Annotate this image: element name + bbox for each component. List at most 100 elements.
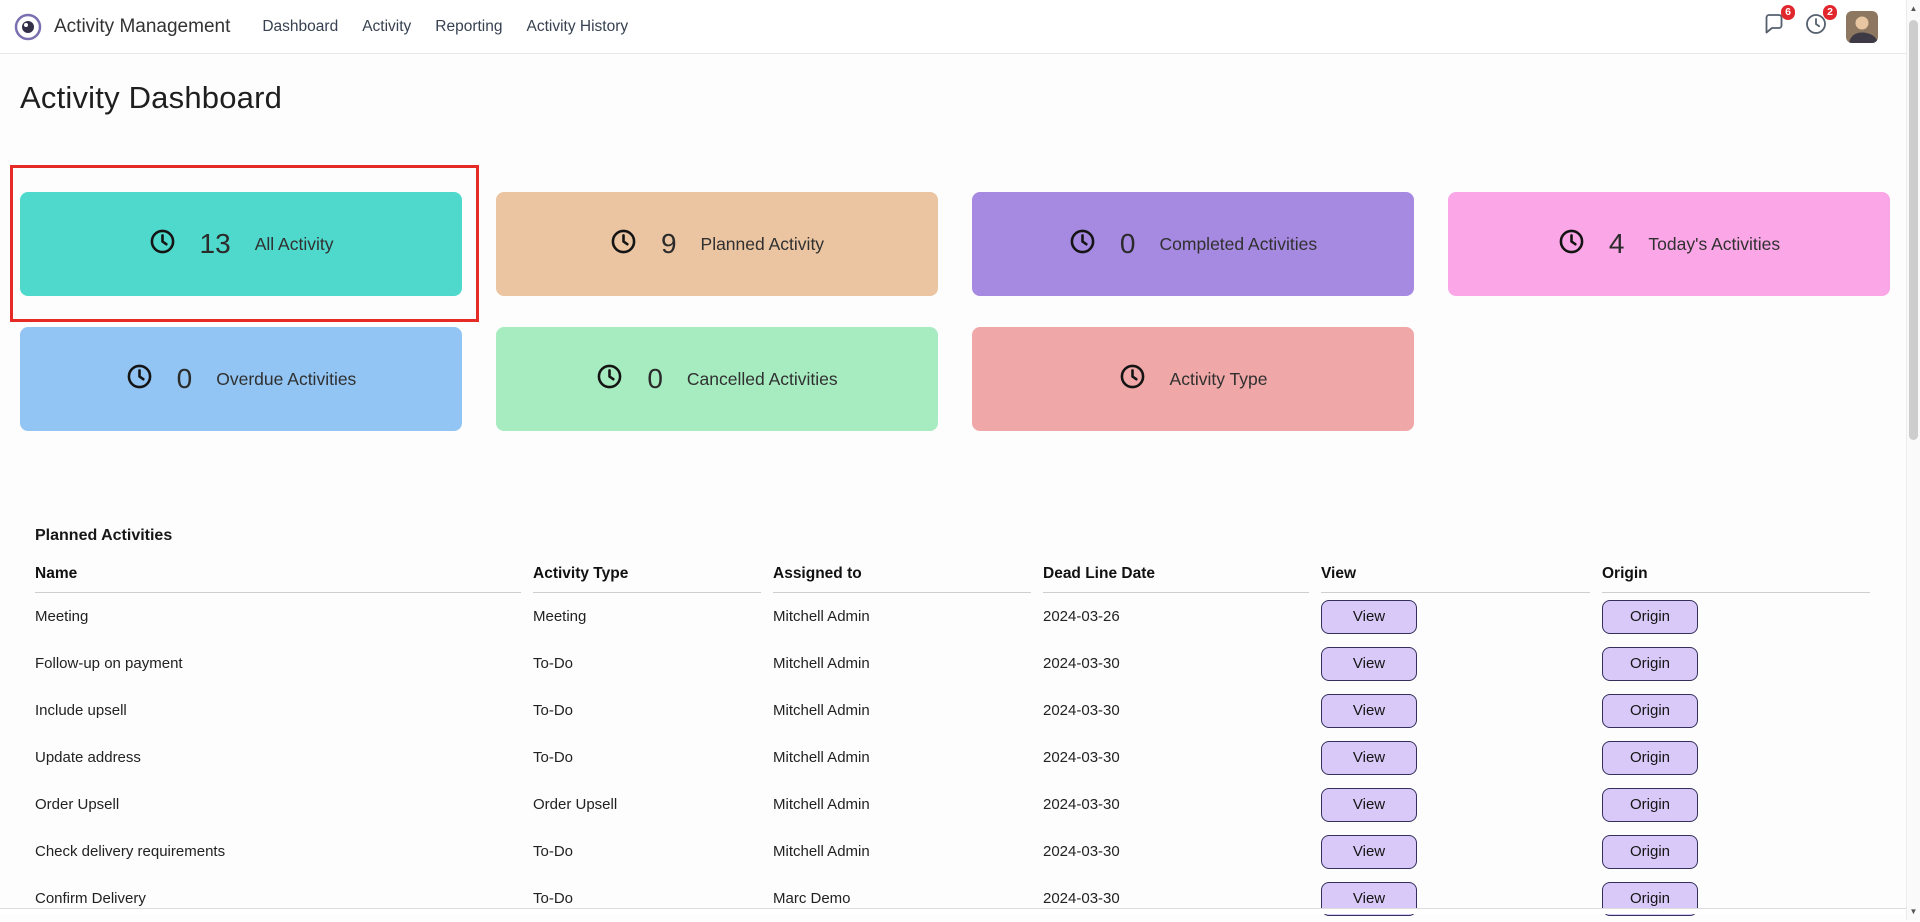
cell-deadline: 2024-03-30 bbox=[1043, 828, 1309, 875]
column-header-activity-type: Activity Type bbox=[533, 561, 761, 593]
cell-deadline: 2024-03-30 bbox=[1043, 781, 1309, 828]
cell-activity-type: To-Do bbox=[533, 687, 761, 734]
card-activity-type[interactable]: Activity Type bbox=[972, 327, 1414, 431]
view-button[interactable]: View bbox=[1321, 647, 1417, 681]
cell-assigned-to: Mitchell Admin bbox=[773, 734, 1031, 781]
bottom-divider bbox=[0, 908, 1906, 914]
user-avatar[interactable] bbox=[1846, 11, 1878, 43]
column-header-dead-line-date: Dead Line Date bbox=[1043, 561, 1309, 593]
origin-button[interactable]: Origin bbox=[1602, 788, 1698, 822]
cell-deadline: 2024-03-30 bbox=[1043, 734, 1309, 781]
card-count: 0 bbox=[647, 363, 663, 395]
cell-activity-type: To-Do bbox=[533, 640, 761, 687]
cell-activity-type: To-Do bbox=[533, 734, 761, 781]
cards-grid: 13 All Activity 9 Planned Activity 0 Com… bbox=[20, 192, 1920, 431]
cell-name: Meeting bbox=[35, 593, 521, 640]
table-row: Meeting Meeting Mitchell Admin 2024-03-2… bbox=[35, 593, 1884, 640]
card-completed-activities[interactable]: 0 Completed Activities bbox=[972, 192, 1414, 296]
cell-name: Confirm Delivery bbox=[35, 875, 521, 922]
cell-assigned-to: Mitchell Admin bbox=[773, 593, 1031, 640]
origin-button[interactable]: Origin bbox=[1602, 647, 1698, 681]
origin-button[interactable]: Origin bbox=[1602, 600, 1698, 634]
table-header-row: Name Activity Type Assigned to Dead Line Da… bbox=[35, 561, 1884, 593]
cell-name: Update address bbox=[35, 734, 521, 781]
card-planned-activity[interactable]: 9 Planned Activity bbox=[496, 192, 938, 296]
column-header-origin: Origin bbox=[1602, 561, 1870, 593]
card-count: 0 bbox=[177, 363, 193, 395]
nav-menu: DashboardActivityReportingActivity Histo… bbox=[252, 12, 638, 42]
column-header-assigned-to: Assigned to bbox=[773, 561, 1031, 593]
view-button[interactable]: View bbox=[1321, 694, 1417, 728]
main-content: Activity Dashboard 13 All Activity 9 Pla… bbox=[0, 80, 1920, 922]
cell-name: Check delivery requirements bbox=[35, 828, 521, 875]
card-count: 9 bbox=[661, 228, 677, 260]
cell-name: Order Upsell bbox=[35, 781, 521, 828]
cell-name: Include upsell bbox=[35, 687, 521, 734]
clock-icon bbox=[610, 228, 637, 260]
table-row: Confirm Delivery To-Do Marc Demo 2024-03… bbox=[35, 875, 1884, 922]
table-row: Order Upsell Order Upsell Mitchell Admin… bbox=[35, 781, 1884, 828]
scrollbar-down-icon[interactable]: ▼ bbox=[1907, 907, 1920, 916]
cell-deadline: 2024-03-30 bbox=[1043, 687, 1309, 734]
table-body: Meeting Meeting Mitchell Admin 2024-03-2… bbox=[35, 593, 1884, 922]
cell-assigned-to: Mitchell Admin bbox=[773, 640, 1031, 687]
card-all-activity[interactable]: 13 All Activity bbox=[20, 192, 462, 296]
card-label: Activity Type bbox=[1170, 369, 1268, 390]
table-row: Check delivery requirements To-Do Mitche… bbox=[35, 828, 1884, 875]
nav-item-dashboard[interactable]: Dashboard bbox=[252, 12, 348, 42]
cell-activity-type: Order Upsell bbox=[533, 781, 761, 828]
cell-deadline: 2024-03-30 bbox=[1043, 875, 1309, 922]
clock-icon bbox=[596, 363, 623, 395]
clock-icon bbox=[1558, 228, 1585, 260]
card-count: 13 bbox=[200, 228, 231, 260]
cell-assigned-to: Mitchell Admin bbox=[773, 781, 1031, 828]
card-label: Today's Activities bbox=[1648, 234, 1780, 255]
card-label: Cancelled Activities bbox=[687, 369, 838, 390]
table-row: Update address To-Do Mitchell Admin 2024… bbox=[35, 734, 1884, 781]
app-logo-icon bbox=[14, 13, 42, 41]
planned-activities-section: Planned Activities Name Activity Type Assi… bbox=[35, 527, 1884, 922]
nav-item-activity[interactable]: Activity bbox=[352, 12, 421, 42]
card-label: Overdue Activities bbox=[216, 369, 356, 390]
clock-icon bbox=[1119, 363, 1146, 395]
scrollbar-thumb[interactable] bbox=[1909, 20, 1918, 440]
view-button[interactable]: View bbox=[1321, 600, 1417, 634]
vertical-scrollbar[interactable]: ▲ ▼ bbox=[1906, 0, 1920, 920]
cell-deadline: 2024-03-26 bbox=[1043, 593, 1309, 640]
section-title: Planned Activities bbox=[35, 527, 1884, 545]
column-header-name: Name bbox=[35, 561, 521, 593]
app-title: Activity Management bbox=[54, 16, 230, 38]
card-cancelled-activities[interactable]: 0 Cancelled Activities bbox=[496, 327, 938, 431]
page-title: Activity Dashboard bbox=[20, 80, 1920, 116]
messages-button[interactable]: 6 bbox=[1762, 12, 1786, 41]
cell-activity-type: To-Do bbox=[533, 828, 761, 875]
card-overdue-activities[interactable]: 0 Overdue Activities bbox=[20, 327, 462, 431]
activities-badge: 2 bbox=[1823, 5, 1837, 20]
table-row: Follow-up on payment To-Do Mitchell Admi… bbox=[35, 640, 1884, 687]
view-button[interactable]: View bbox=[1321, 835, 1417, 869]
nav-item-reporting[interactable]: Reporting bbox=[425, 12, 512, 42]
view-button[interactable]: View bbox=[1321, 741, 1417, 775]
cell-name: Follow-up on payment bbox=[35, 640, 521, 687]
origin-button[interactable]: Origin bbox=[1602, 694, 1698, 728]
card-label: Completed Activities bbox=[1160, 234, 1318, 255]
cell-deadline: 2024-03-30 bbox=[1043, 640, 1309, 687]
card-todays-activities[interactable]: 4 Today's Activities bbox=[1448, 192, 1890, 296]
view-button[interactable]: View bbox=[1321, 788, 1417, 822]
table-row: Include upsell To-Do Mitchell Admin 2024… bbox=[35, 687, 1884, 734]
cell-assigned-to: Mitchell Admin bbox=[773, 828, 1031, 875]
card-label: Planned Activity bbox=[701, 234, 825, 255]
scrollbar-up-icon[interactable]: ▲ bbox=[1907, 4, 1920, 13]
origin-button[interactable]: Origin bbox=[1602, 835, 1698, 869]
cell-activity-type: Meeting bbox=[533, 593, 761, 640]
origin-button[interactable]: Origin bbox=[1602, 741, 1698, 775]
activities-button[interactable]: 2 bbox=[1804, 12, 1828, 41]
column-header-view: View bbox=[1321, 561, 1590, 593]
top-navbar: Activity Management DashboardActivityRep… bbox=[0, 0, 1920, 54]
card-count: 4 bbox=[1609, 228, 1625, 260]
nav-item-activity-history[interactable]: Activity History bbox=[517, 12, 639, 42]
clock-icon bbox=[126, 363, 153, 395]
messages-badge: 6 bbox=[1781, 5, 1795, 20]
card-label: All Activity bbox=[255, 234, 334, 255]
cell-assigned-to: Marc Demo bbox=[773, 875, 1031, 922]
